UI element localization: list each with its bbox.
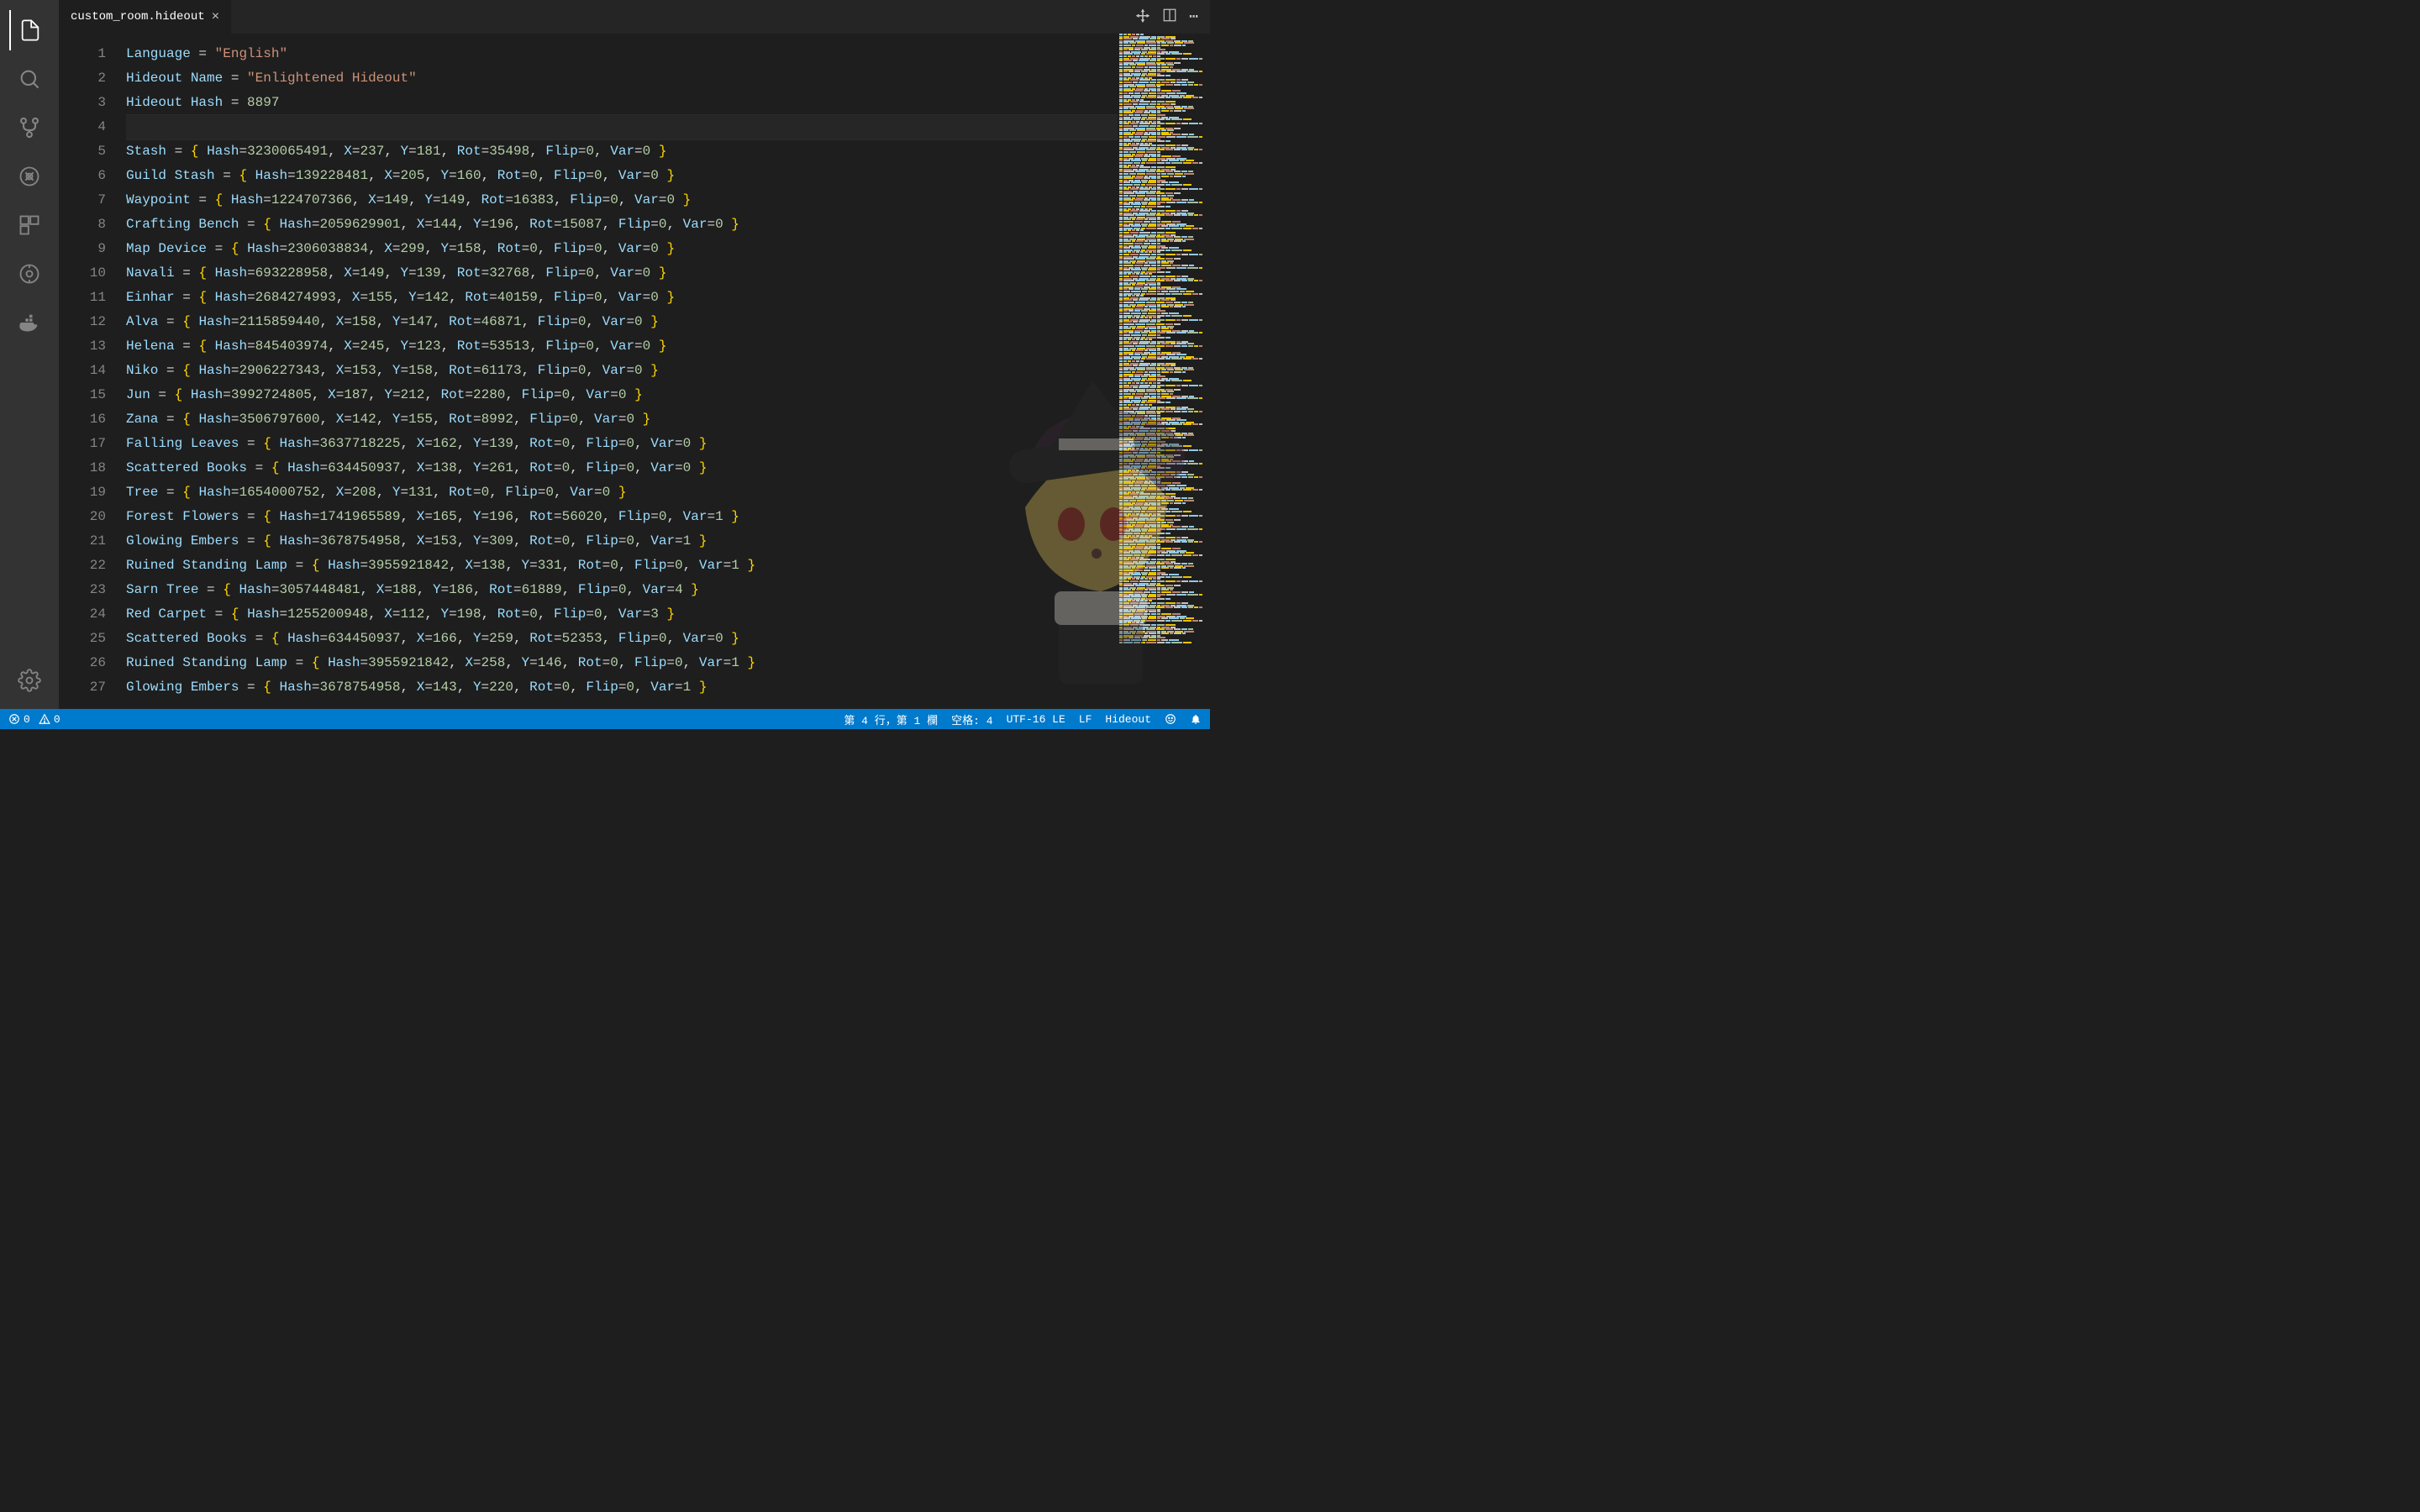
debug-icon[interactable] xyxy=(9,156,50,197)
line-number-gutter: 1234567891011121314151617181920212223242… xyxy=(59,34,126,709)
close-icon[interactable]: × xyxy=(212,9,220,24)
tab-bar: custom_room.hideout × ⋯ xyxy=(59,0,1210,34)
source-control-icon[interactable] xyxy=(9,108,50,148)
tab-custom-room[interactable]: custom_room.hideout × xyxy=(59,0,232,34)
status-eol[interactable]: LF xyxy=(1079,713,1092,726)
docker-icon[interactable] xyxy=(9,302,50,343)
notifications-icon[interactable] xyxy=(1190,713,1202,725)
status-errors[interactable]: 0 xyxy=(8,713,30,726)
search-icon[interactable] xyxy=(9,59,50,99)
code-content[interactable]: Language = "English"Hideout Name = "Enli… xyxy=(126,34,1210,709)
extensions-icon[interactable] xyxy=(9,205,50,245)
status-cursor-position[interactable]: 第 4 行，第 1 欄 xyxy=(844,711,938,727)
status-encoding[interactable]: UTF-16 LE xyxy=(1007,713,1065,726)
gitlens-icon[interactable] xyxy=(9,254,50,294)
status-indentation[interactable]: 空格: 4 xyxy=(951,711,992,727)
explorer-icon[interactable] xyxy=(9,10,50,50)
tab-filename: custom_room.hideout xyxy=(71,10,205,24)
activity-bar xyxy=(0,0,59,709)
feedback-icon[interactable] xyxy=(1165,713,1176,725)
status-language-mode[interactable]: Hideout xyxy=(1105,713,1151,726)
status-warnings[interactable]: 0 xyxy=(39,713,60,726)
editor[interactable]: 1234567891011121314151617181920212223242… xyxy=(59,34,1210,709)
gitlens-compare-icon[interactable] xyxy=(1135,8,1150,27)
more-icon[interactable]: ⋯ xyxy=(1189,8,1198,26)
split-editor-icon[interactable] xyxy=(1162,8,1177,27)
status-bar: 0 0 第 4 行，第 1 欄 空格: 4 UTF-16 LE LF Hideo… xyxy=(0,709,1210,729)
minimap[interactable] xyxy=(1118,34,1210,709)
settings-icon[interactable] xyxy=(9,660,50,701)
